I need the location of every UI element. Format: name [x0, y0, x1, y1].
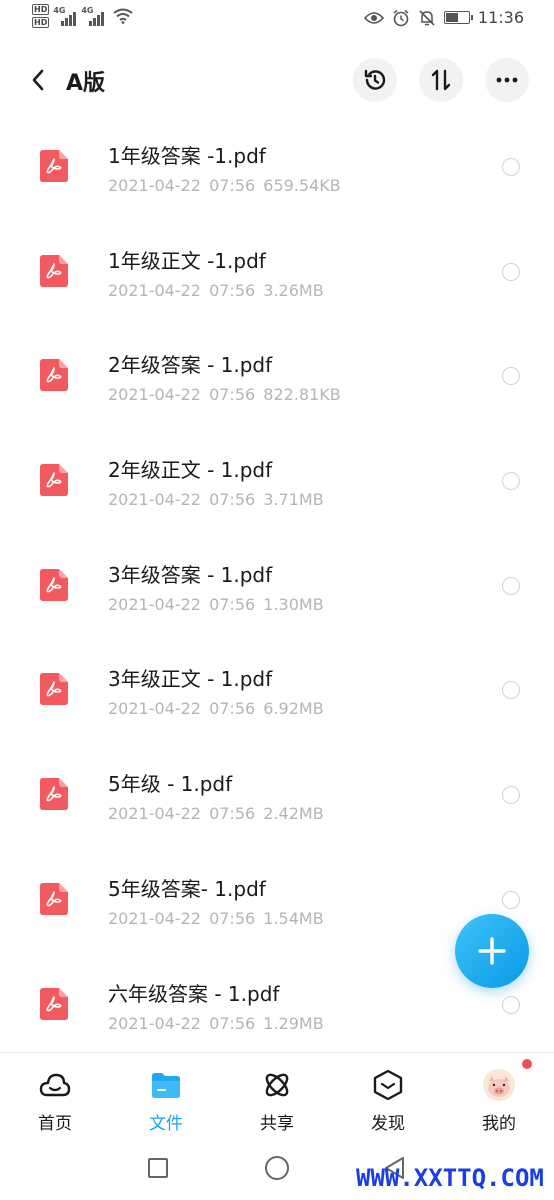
pdf-file-icon	[40, 464, 68, 497]
sort-button[interactable]	[419, 58, 463, 102]
status-right: 11:36	[363, 8, 524, 27]
hd-badge: HD	[32, 17, 50, 28]
system-nav-bar: WWW.XXTTQ.COM	[0, 1136, 554, 1200]
select-radio[interactable]	[502, 472, 520, 491]
back-arrow-icon	[32, 69, 44, 91]
file-row[interactable]: 1年级正文 -1.pdf 2021-04-22 07:56 3.26MB	[0, 205, 554, 310]
file-name: 3年级答案 - 1.pdf	[108, 562, 273, 587]
notification-dot	[522, 1059, 532, 1069]
nav-item-me[interactable]: 我的	[444, 1053, 554, 1137]
select-radio[interactable]	[502, 995, 520, 1014]
watermark: WWW.XXTTQ.COM	[356, 1164, 544, 1192]
alarm-icon	[393, 9, 409, 26]
nav-label: 首页	[38, 1114, 72, 1134]
file-meta: 2021-04-22 07:56 659.54KB	[108, 176, 341, 195]
file-row[interactable]: 2年级正文 - 1.pdf 2021-04-22 07:56 3.71MB	[0, 414, 554, 519]
nav-label: 发现	[371, 1114, 405, 1134]
nav-label: 我的	[482, 1114, 516, 1134]
more-button[interactable]	[485, 58, 529, 102]
more-icon	[496, 77, 518, 83]
file-row[interactable]: 1年级答案 -1.pdf 2021-04-22 07:56 659.54KB	[0, 100, 554, 205]
file-meta: 2021-04-22 07:56 1.30MB	[108, 594, 324, 614]
file-meta: 2021-04-22 07:56 822.81KB	[108, 385, 341, 405]
add-button[interactable]	[455, 914, 529, 988]
select-radio[interactable]	[502, 681, 520, 700]
file-meta: 2021-04-22 07:56 3.71MB	[108, 490, 324, 510]
file-name: 5年级答案- 1.pdf	[108, 876, 266, 901]
file-meta: 2021-04-22 07:56 1.54MB	[108, 908, 324, 928]
file-name: 5年级 - 1.pdf	[108, 772, 233, 797]
battery-icon	[443, 11, 473, 24]
file-row[interactable]: 3年级正文 - 1.pdf 2021-04-22 07:56 6.92MB	[0, 623, 554, 728]
hd-badge: HD	[32, 4, 50, 15]
folder-icon	[150, 1069, 182, 1101]
file-name: 1年级答案 -1.pdf	[108, 144, 266, 168]
history-button[interactable]	[353, 58, 397, 102]
nav-label: 文件	[149, 1114, 183, 1134]
file-name: 3年级正文 - 1.pdf	[108, 667, 273, 692]
file-name: 2年级答案 - 1.pdf	[108, 353, 273, 378]
discover-icon	[372, 1069, 404, 1101]
nav-item-home[interactable]: 首页	[0, 1053, 110, 1137]
battery-level	[445, 13, 458, 22]
signal-icon: 4G	[81, 4, 105, 26]
nav-label: 共享	[260, 1114, 294, 1134]
bottom-nav: 首页 文件 共享 发现 我的	[0, 1052, 554, 1136]
nav-item-discover[interactable]: 发现	[333, 1053, 443, 1137]
select-radio[interactable]	[502, 890, 520, 909]
mute-bell-icon	[419, 9, 435, 26]
pdf-file-icon	[40, 359, 68, 392]
plus-icon	[478, 937, 506, 965]
pdf-file-icon	[40, 150, 68, 182]
file-name: 1年级正文 -1.pdf	[108, 248, 266, 273]
pdf-file-icon	[40, 254, 68, 287]
atom-icon	[261, 1069, 293, 1101]
clock: 11:36	[477, 8, 524, 27]
pdf-file-icon	[40, 673, 68, 706]
avatar-icon	[483, 1069, 515, 1101]
nav-item-share[interactable]: 共享	[222, 1053, 332, 1137]
wifi-icon	[113, 8, 133, 24]
recents-button[interactable]	[148, 1158, 168, 1178]
select-radio[interactable]	[502, 786, 520, 805]
page-title: A版	[66, 71, 106, 96]
avatar	[483, 1069, 515, 1101]
network-type: 4G	[53, 6, 66, 15]
select-radio[interactable]	[502, 367, 520, 386]
file-meta: 2021-04-22 07:56 1.29MB	[108, 1013, 324, 1033]
nav-item-files[interactable]: 文件	[111, 1053, 221, 1137]
signal-icon: 4G	[53, 4, 77, 26]
sort-icon	[431, 69, 451, 91]
pdf-file-icon	[40, 882, 68, 915]
select-radio[interactable]	[502, 158, 520, 176]
file-name: 2年级正文 - 1.pdf	[108, 458, 273, 483]
file-row[interactable]: 5年级 - 1.pdf 2021-04-22 07:56 2.42MB	[0, 728, 554, 833]
home-button[interactable]	[265, 1156, 289, 1180]
file-row[interactable]: 3年级答案 - 1.pdf 2021-04-22 07:56 1.30MB	[0, 519, 554, 624]
pdf-file-icon	[40, 987, 68, 1020]
history-icon	[364, 69, 386, 90]
cloud-icon	[39, 1069, 71, 1101]
select-radio[interactable]	[502, 262, 520, 281]
eye-icon	[363, 11, 384, 24]
network-type: 4G	[81, 6, 94, 15]
status-left: HD HD 4G 4G	[32, 4, 133, 28]
pdf-file-icon	[40, 568, 68, 601]
status-bar: HD HD 4G 4G 11:36	[0, 0, 554, 40]
file-name: 六年级答案 - 1.pdf	[108, 981, 280, 1006]
file-meta: 2021-04-22 07:56 2.42MB	[108, 804, 324, 824]
file-meta: 2021-04-22 07:56 3.26MB	[108, 280, 324, 300]
file-list: 1年级答案 -1.pdf 2021-04-22 07:56 659.54KB 1…	[0, 100, 554, 1042]
pdf-file-icon	[40, 778, 68, 811]
file-row[interactable]: 2年级答案 - 1.pdf 2021-04-22 07:56 822.81KB	[0, 309, 554, 414]
back-button[interactable]	[20, 62, 56, 98]
file-meta: 2021-04-22 07:56 6.92MB	[108, 699, 324, 719]
hd-badges: HD HD	[32, 4, 50, 28]
select-radio[interactable]	[502, 576, 520, 595]
